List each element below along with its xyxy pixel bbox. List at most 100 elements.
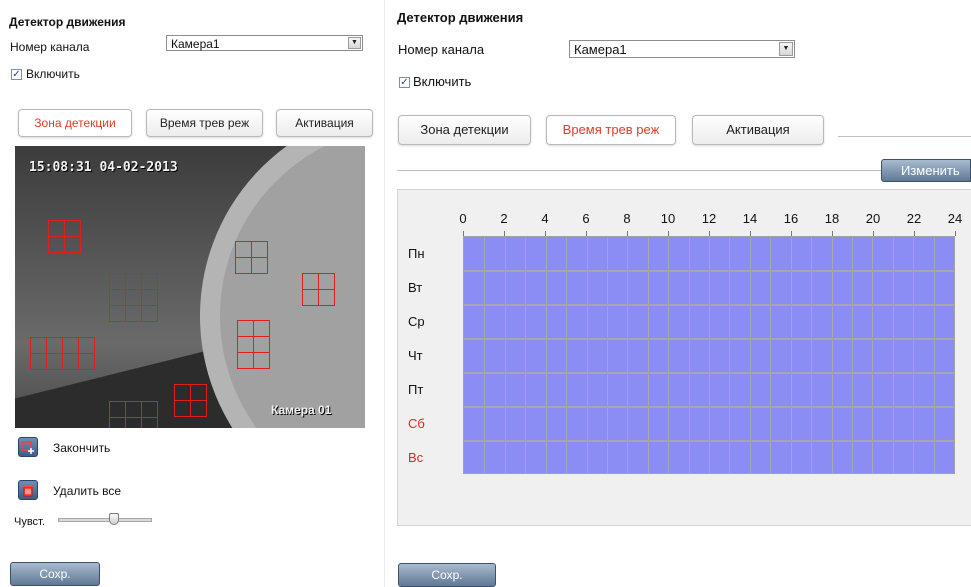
grid-hour-line: [484, 237, 486, 473]
motion-zone-cell[interactable]: [109, 417, 126, 428]
motion-zone-cell[interactable]: [46, 353, 63, 370]
motion-zone-cell[interactable]: [48, 236, 65, 253]
motion-zone-cell[interactable]: [253, 336, 270, 353]
day-label: Ср: [408, 314, 425, 329]
motion-zone-cell[interactable]: [174, 384, 191, 401]
left-enable-label: Включить: [26, 67, 80, 81]
motion-zone-cell[interactable]: [109, 401, 126, 418]
hour-label: 8: [623, 211, 631, 226]
delete-all-button[interactable]: Удалить все: [53, 484, 121, 498]
left-enable-checkbox[interactable]: ✓: [11, 69, 22, 80]
motion-zone-cell[interactable]: [253, 352, 270, 369]
motion-zone-cell[interactable]: [78, 337, 95, 354]
motion-zone-cell[interactable]: [141, 273, 158, 290]
finish-button[interactable]: Закончить: [53, 441, 110, 455]
right-tab-activation[interactable]: Активация: [692, 115, 824, 145]
motion-zone-cell[interactable]: [237, 320, 254, 337]
motion-zone-cell[interactable]: [235, 241, 252, 258]
grid-hour-line: [913, 237, 915, 473]
grid-hour-line: [627, 237, 629, 473]
motion-zone-cell[interactable]: [302, 289, 319, 306]
hour-label: 24: [947, 211, 963, 226]
grid-hour-line: [525, 237, 527, 473]
hour-label: 14: [742, 211, 758, 226]
motion-zone-cell[interactable]: [30, 337, 47, 354]
draw-area-icon[interactable]: [18, 437, 38, 457]
motion-zone-cell[interactable]: [78, 353, 95, 370]
left-panel-title: Детектор движения: [9, 15, 126, 29]
right-tab-alarm-schedule[interactable]: Время трев реж: [546, 115, 676, 145]
motion-zone-cell[interactable]: [253, 320, 270, 337]
right-panel-title: Детектор движения: [397, 10, 524, 25]
sensitivity-slider-track[interactable]: [58, 518, 152, 522]
motion-zone-cell[interactable]: [318, 289, 335, 306]
right-channel-value: Камера1: [574, 42, 627, 57]
right-tab-detection-zone[interactable]: Зона детекции: [398, 115, 531, 145]
trash-icon-glyph: [23, 485, 33, 497]
motion-zone-cell[interactable]: [64, 220, 81, 237]
left-channel-select[interactable]: Камера1 ▼: [166, 35, 363, 51]
chevron-down-icon[interactable]: ▼: [779, 42, 793, 56]
grid-hour-line: [606, 237, 608, 473]
motion-zone-cell[interactable]: [109, 273, 126, 290]
motion-zone-cell[interactable]: [30, 353, 47, 370]
grid-hour-line: [668, 237, 670, 473]
motion-zone-cell[interactable]: [190, 400, 207, 417]
left-tab-detection-zone[interactable]: Зона детекции: [18, 109, 132, 137]
camera-preview[interactable]: 15:08:31 04-02-2013 Камера 01: [15, 146, 365, 428]
grid-day-line: [464, 406, 954, 408]
right-enable-checkbox[interactable]: ✓: [399, 77, 410, 88]
motion-zone-cell[interactable]: [141, 417, 158, 428]
grid-hour-line: [872, 237, 874, 473]
motion-zone-cell[interactable]: [190, 384, 207, 401]
motion-zone-cell[interactable]: [125, 401, 142, 418]
hour-label: 10: [660, 211, 676, 226]
hour-tick: [955, 231, 956, 236]
motion-zone-cell[interactable]: [237, 352, 254, 369]
hour-label: 4: [541, 211, 549, 226]
right-save-button[interactable]: Сохр.: [398, 563, 496, 587]
right-channel-select[interactable]: Камера1 ▼: [569, 40, 795, 58]
motion-zone-cell[interactable]: [62, 353, 79, 370]
motion-zone-cell[interactable]: [318, 273, 335, 290]
motion-zone-cell[interactable]: [174, 400, 191, 417]
grid-hour-line: [790, 237, 792, 473]
hour-label: 22: [906, 211, 922, 226]
hour-label: 16: [783, 211, 799, 226]
motion-zone-cell[interactable]: [109, 305, 126, 322]
grid-hour-line: [892, 237, 894, 473]
day-label: Вс: [408, 450, 424, 465]
motion-zone-cell[interactable]: [141, 289, 158, 306]
motion-zone-cell[interactable]: [251, 257, 268, 274]
motion-zone-cell[interactable]: [235, 257, 252, 274]
motion-zone-cell[interactable]: [46, 337, 63, 354]
sensitivity-slider-thumb[interactable]: [109, 513, 120, 525]
schedule-grid[interactable]: [463, 236, 955, 474]
motion-zone-cell[interactable]: [48, 220, 65, 237]
motion-zone-cell[interactable]: [125, 289, 142, 306]
motion-zone-cell[interactable]: [125, 417, 142, 428]
motion-zone-cell[interactable]: [125, 273, 142, 290]
draw-area-icon-glyph: [21, 441, 34, 454]
edit-schedule-button[interactable]: Изменить: [881, 159, 971, 182]
motion-zone-cell[interactable]: [302, 273, 319, 290]
left-save-button[interactable]: Сохр.: [10, 562, 100, 586]
schedule-header-separator: [397, 170, 881, 171]
motion-zone-cell[interactable]: [251, 241, 268, 258]
left-tab-activation[interactable]: Активация: [276, 109, 373, 137]
right-channel-label: Номер канала: [398, 42, 485, 57]
left-tab-alarm-schedule[interactable]: Время трев реж: [146, 109, 263, 137]
grid-hour-line: [504, 237, 506, 473]
motion-zone-cell[interactable]: [62, 337, 79, 354]
motion-zone-cell[interactable]: [141, 305, 158, 322]
motion-zone-cell[interactable]: [109, 289, 126, 306]
motion-zone-cell[interactable]: [141, 401, 158, 418]
chevron-down-icon[interactable]: ▼: [348, 37, 361, 49]
motion-zone-cell[interactable]: [237, 336, 254, 353]
trash-icon[interactable]: [18, 480, 38, 500]
motion-zone-cell[interactable]: [64, 236, 81, 253]
grid-day-line: [464, 372, 954, 374]
motion-zone-cell[interactable]: [125, 305, 142, 322]
hour-label: 2: [500, 211, 508, 226]
sensitivity-label: Чувст.: [14, 516, 45, 528]
